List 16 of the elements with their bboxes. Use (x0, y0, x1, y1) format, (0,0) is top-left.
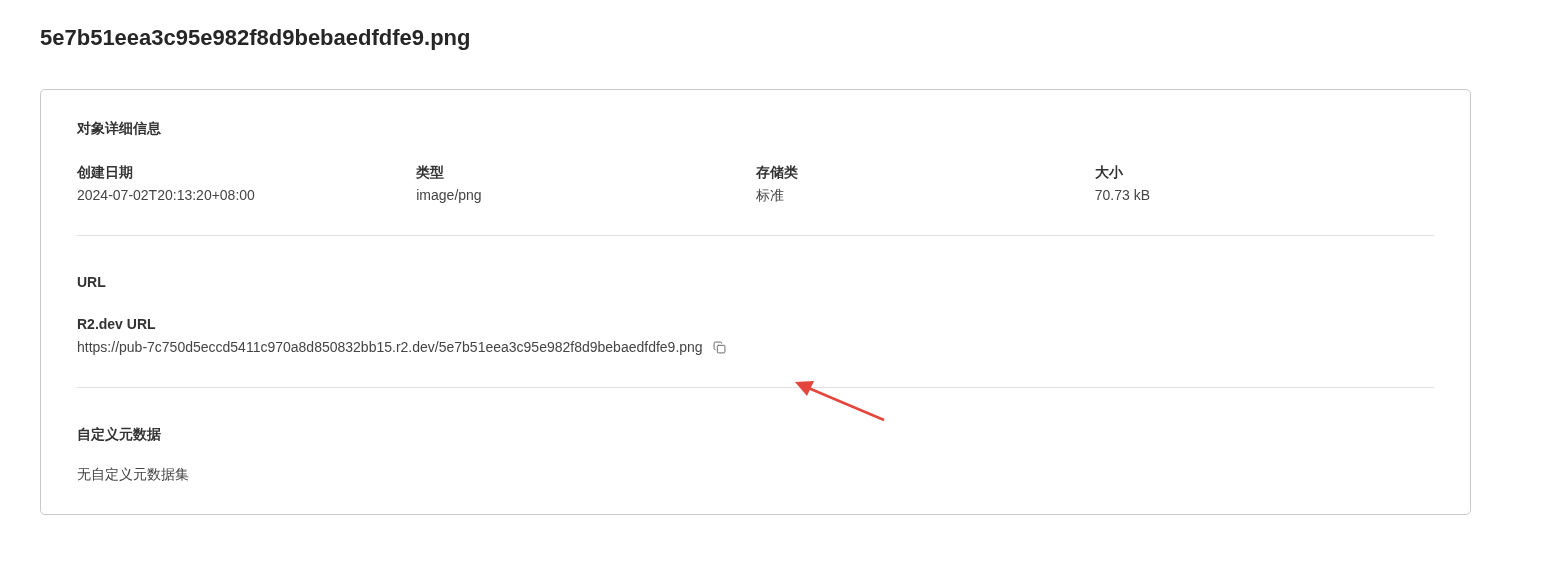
field-label: 大小 (1094, 163, 1123, 182)
page-title: 5e7b51eea3c95e982f8d9bebaedfdfe9.png (40, 24, 471, 52)
field-value: image/png (416, 186, 482, 205)
field-value: 70.73 kB (1094, 186, 1150, 205)
url-text: https://pub-7c750d5eccd5411c970a8d850832bb15.r2.dev/5e7b51eea3c95e982f8d9bebaedfdfe9.png (77, 338, 703, 357)
section-heading: 对象详细信息 (77, 119, 161, 138)
field-value: 2024-07-02T20:13:20+08:00 (77, 186, 255, 205)
empty-message: 无自定义元数据集 (77, 465, 189, 484)
field-label: 创建日期 (77, 163, 133, 182)
field-label: 类型 (416, 163, 445, 182)
field-value: 标准 (755, 186, 784, 205)
section-heading: 自定义元数据 (77, 425, 161, 444)
field-label: R2.dev URL (77, 315, 156, 334)
field-label: 存储类 (755, 163, 798, 182)
copy-button[interactable] (712, 340, 726, 354)
section-heading: URL (77, 273, 106, 292)
